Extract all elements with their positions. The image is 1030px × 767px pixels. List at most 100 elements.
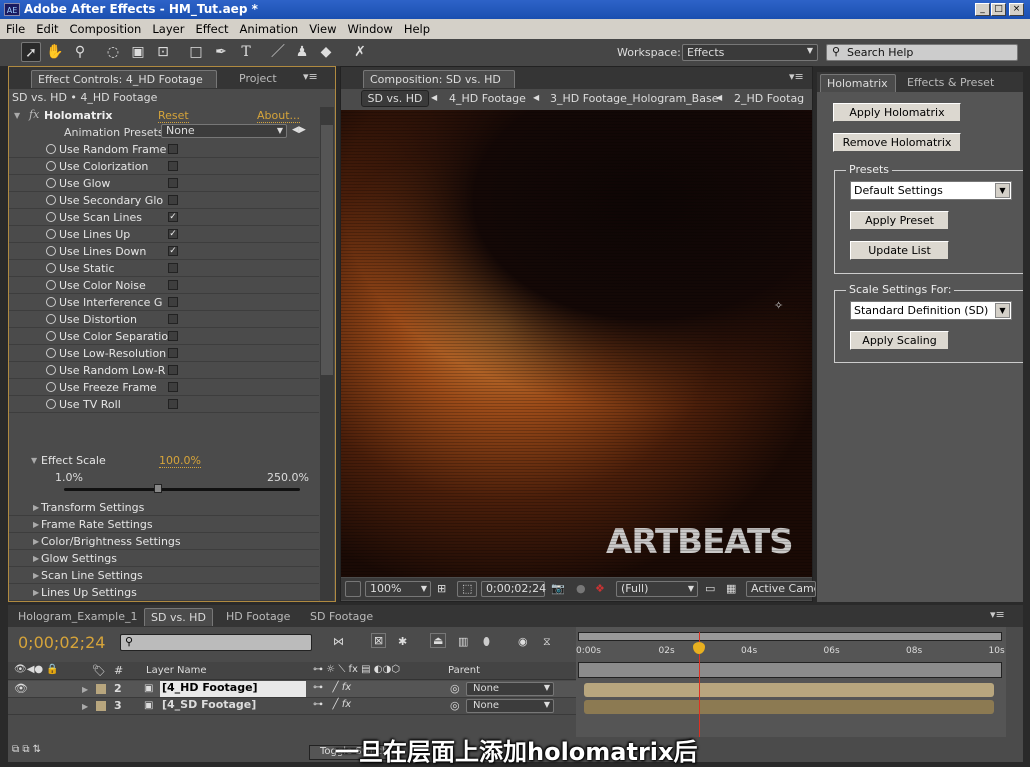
stopwatch-icon[interactable] (46, 144, 56, 154)
mask-visibility-icon[interactable]: ⬚ (457, 581, 477, 597)
property-checkbox[interactable]: ✓ (168, 229, 178, 239)
expand-triangle-icon[interactable]: ▶ (33, 588, 39, 597)
stopwatch-icon[interactable] (46, 263, 56, 273)
parent-select[interactable]: None ▼ (466, 699, 554, 713)
draft-3d-icon[interactable]: ✱ (398, 635, 407, 648)
zoom-tool-icon[interactable]: ⚲ (70, 42, 90, 62)
settings-section[interactable]: ▶ Glow Settings (9, 550, 319, 567)
resolution-select[interactable]: (Full) ▼ (616, 581, 698, 597)
stopwatch-icon[interactable] (46, 382, 56, 392)
collapse-triangle-icon[interactable]: ▼ (14, 111, 20, 120)
work-area-bar[interactable] (578, 632, 1002, 641)
menu-effect[interactable]: Effect (189, 19, 233, 36)
settings-section[interactable]: ▶ Transform Settings (9, 499, 319, 516)
settings-section[interactable]: ▶ Lines Up Settings (9, 584, 319, 601)
eraser-tool-icon[interactable]: ◆ (316, 42, 336, 62)
transparency-grid-icon[interactable]: ▦ (726, 582, 736, 595)
property-checkbox[interactable] (168, 382, 178, 392)
stopwatch-icon[interactable] (46, 229, 56, 239)
label-color-swatch[interactable] (96, 701, 106, 711)
camera-select[interactable]: Active Came (746, 581, 816, 597)
hand-tool-icon[interactable]: ✋ (45, 42, 65, 62)
property-checkbox[interactable] (168, 161, 178, 171)
menu-help[interactable]: Help (398, 19, 435, 36)
expand-triangle-icon[interactable]: ▶ (82, 702, 88, 711)
menu-edit[interactable]: Edit (30, 19, 63, 36)
stopwatch-icon[interactable] (46, 161, 56, 171)
column-layer-name[interactable]: Layer Name (146, 665, 207, 676)
current-time-indicator-icon[interactable] (693, 642, 706, 654)
layer-switches[interactable]: ⊶ ╱ fx (313, 699, 351, 710)
fx-icon[interactable]: fx (29, 108, 39, 121)
expand-triangle-icon[interactable]: ▶ (33, 554, 39, 563)
search-help-input[interactable]: ⚲ Search Help (826, 44, 1018, 61)
breadcrumb-sd-vs-hd[interactable]: SD vs. HD (361, 90, 429, 107)
eye-icon[interactable]: 👁 (14, 682, 28, 695)
preset-select[interactable]: Default Settings ▼ (850, 181, 1012, 200)
menu-layer[interactable]: Layer (146, 19, 189, 36)
layer-search-input[interactable]: ⚲ (120, 634, 312, 651)
tab-sd-footage[interactable]: SD Footage (304, 608, 379, 626)
tab-hd-footage[interactable]: HD Footage (220, 608, 296, 626)
region-of-interest-icon[interactable]: ▭ (705, 582, 715, 595)
update-list-button[interactable]: Update List (850, 241, 949, 260)
panel-menu-icon[interactable]: ▾≡ (303, 70, 318, 83)
property-checkbox[interactable] (168, 280, 178, 290)
settings-section[interactable]: ▶ Scan Line Settings (9, 567, 319, 584)
preset-prev-next-icon[interactable]: ◀▶ (292, 125, 306, 135)
channel-icon[interactable]: ❖ (595, 582, 605, 595)
magnification-select[interactable]: 100% ▼ (365, 581, 431, 597)
graph-editor-icon[interactable]: ⧖ (543, 635, 551, 649)
menu-composition[interactable]: Composition (64, 19, 147, 36)
stopwatch-icon[interactable] (46, 348, 56, 358)
breadcrumb-4-hd[interactable]: 4_HD Footage (449, 92, 526, 105)
expand-panes-icons[interactable]: ⧉ ⧉ ⇅ (12, 744, 41, 755)
composition-mini-flowchart-icon[interactable]: ⋈ (333, 635, 344, 648)
label-color-swatch[interactable] (96, 684, 106, 694)
time-graph[interactable]: 0:00s 02s 04s 06s 08s 10s (576, 627, 1006, 737)
layer-name[interactable]: [4_SD Footage] (160, 698, 306, 714)
menu-window[interactable]: Window (341, 19, 397, 36)
property-checkbox[interactable] (168, 399, 178, 409)
scrollbar-thumb[interactable] (321, 125, 333, 375)
property-checkbox[interactable] (168, 331, 178, 341)
pen-tool-icon[interactable]: ✒ (211, 42, 231, 62)
always-preview-icon[interactable] (345, 581, 361, 597)
stopwatch-icon[interactable] (46, 280, 56, 290)
property-checkbox[interactable] (168, 144, 178, 154)
settings-section[interactable]: ▶ Color/Brightness Settings (9, 533, 319, 550)
panel-menu-icon[interactable]: ▾≡ (789, 70, 804, 83)
brainstorm-icon[interactable]: ◉ (518, 635, 528, 648)
menu-animation[interactable]: Animation (234, 19, 304, 36)
minimize-button[interactable]: _ (975, 3, 990, 16)
motion-blur-icon[interactable]: ⬮ (483, 635, 490, 649)
property-checkbox[interactable] (168, 178, 178, 188)
scale-select[interactable]: Standard Definition (SD) ▼ (850, 301, 1012, 320)
frame-blending-icon[interactable]: ▥ (458, 635, 468, 648)
property-checkbox[interactable] (168, 365, 178, 375)
rotate-tool-icon[interactable]: ◌ (103, 42, 123, 62)
effect-scale-value[interactable]: 100.0% (159, 454, 201, 468)
layer-name[interactable]: [4_HD Footage] (160, 681, 306, 697)
clone-stamp-tool-icon[interactable]: ♟ (292, 42, 312, 62)
layer-bar[interactable] (584, 683, 994, 697)
table-row[interactable]: ▶ 3 ▣ [4_SD Footage] ⊶ ╱ fx ◎ None ▼ (8, 698, 578, 715)
expand-triangle-icon[interactable]: ▶ (33, 571, 39, 580)
apply-preset-button[interactable]: Apply Preset (850, 211, 949, 230)
workspace-select[interactable]: Effects ▼ (682, 44, 818, 61)
stopwatch-icon[interactable] (46, 195, 56, 205)
apply-holomatrix-button[interactable]: Apply Holomatrix (833, 103, 961, 122)
animation-presets-select[interactable]: None ▼ (161, 124, 287, 138)
current-time-display[interactable]: 0;00;02;24 (481, 581, 546, 597)
pan-behind-tool-icon[interactable]: ⊡ (153, 42, 173, 62)
tab-effect-controls[interactable]: Effect Controls: 4_HD Footage (31, 70, 217, 88)
stopwatch-icon[interactable] (46, 246, 56, 256)
property-checkbox[interactable]: ✓ (168, 246, 178, 256)
scrollbar[interactable] (320, 107, 334, 601)
selection-tool-icon[interactable]: ➚ (21, 42, 41, 62)
snapshot-icon[interactable]: 📷 (551, 582, 565, 595)
tab-hologram-example[interactable]: Hologram_Example_1 (12, 608, 143, 626)
property-checkbox[interactable] (168, 348, 178, 358)
pickwhip-icon[interactable]: ◎ (450, 699, 460, 712)
tab-sd-vs-hd[interactable]: SD vs. HD (144, 608, 213, 626)
